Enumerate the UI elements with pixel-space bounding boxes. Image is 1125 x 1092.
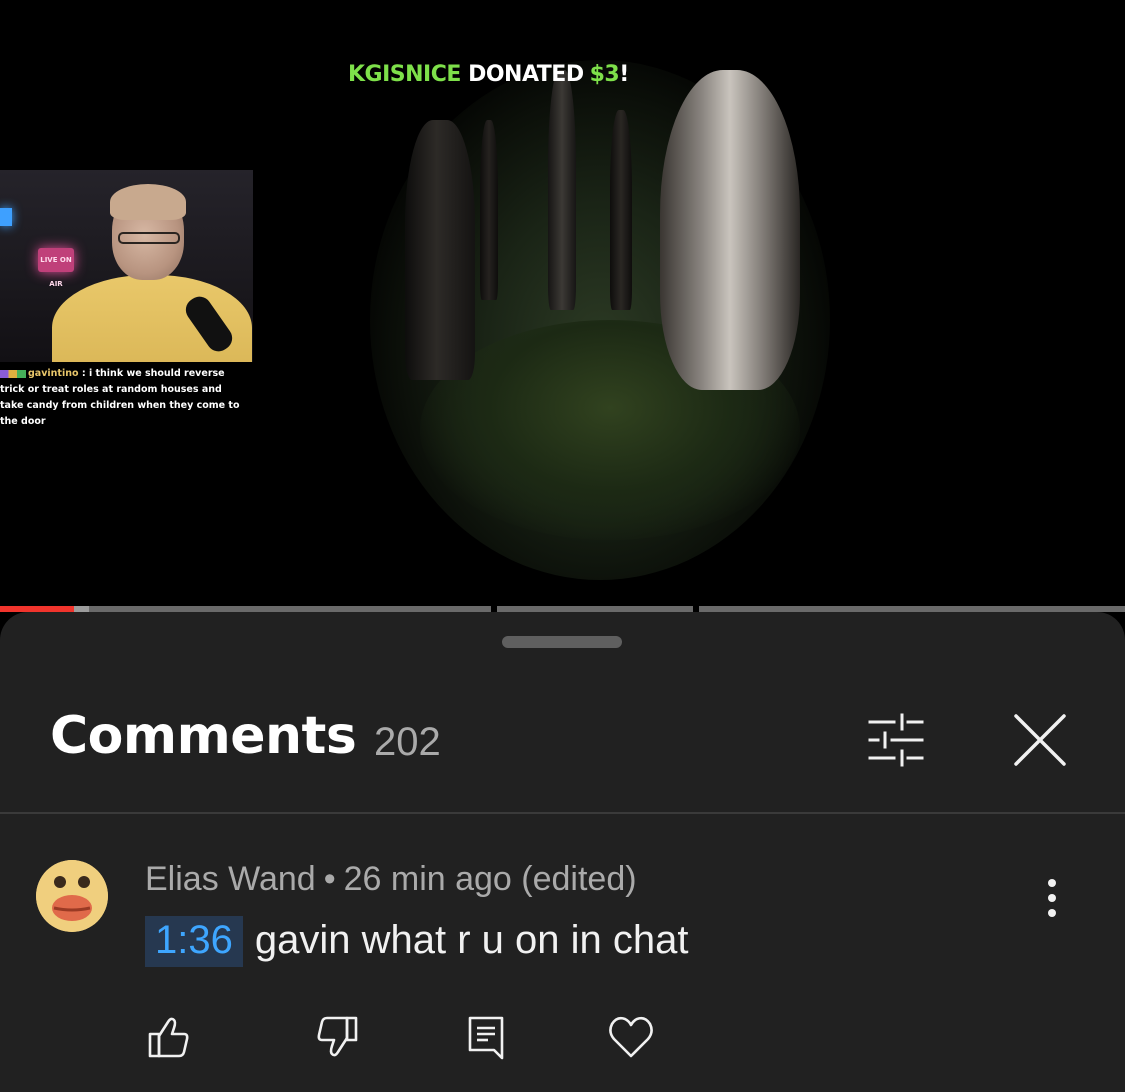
donation-amount: $3 <box>589 62 620 87</box>
avatar[interactable] <box>36 860 108 932</box>
chat-message-line2: trick or treat roles at random houses an… <box>0 384 222 395</box>
comments-title: Comments <box>50 706 357 766</box>
thumbs-up-icon[interactable] <box>144 1012 194 1062</box>
comment-item: Elias Wand • 26 min ago (edited) 1:36 gavin… <box>0 814 1125 1092</box>
neon-sign: LIVE ON AIR <box>38 248 74 288</box>
tree-trunk <box>405 120 475 380</box>
donation-donor: KGISNICE <box>348 62 461 87</box>
tree-trunk-lit <box>660 70 800 390</box>
stream-chat-overlay: gavintino : i think we should reverse tr… <box>0 366 240 430</box>
chat-message-line4: the door <box>0 416 46 427</box>
comment-time: 26 min ago (edited) <box>343 860 637 898</box>
comments-count: 202 <box>374 720 441 764</box>
chat-badges-icon <box>0 369 26 378</box>
donation-verb: DONATED <box>468 62 584 87</box>
chat-separator: : <box>78 368 89 379</box>
tree-trunk <box>480 120 498 300</box>
more-vertical-icon[interactable] <box>1032 878 1072 918</box>
comments-sheet: Comments 202 Elias Wand • 26 min ago (ed… <box>0 612 1125 1092</box>
chat-message-line3: take candy from children when they come … <box>0 400 240 411</box>
chat-message-line1: i think we should reverse <box>88 368 225 379</box>
comments-header: Comments 202 <box>0 694 1125 794</box>
comment-body: 1:36 gavin what r u on in chat <box>145 916 688 967</box>
streamer-webcam: LIVE ON AIR <box>0 170 253 362</box>
comment-author[interactable]: Elias Wand <box>145 860 316 898</box>
heart-icon[interactable] <box>606 1012 656 1062</box>
comment-text: gavin what r u on in chat <box>254 918 689 962</box>
webcam-blue-light <box>0 208 12 226</box>
tree-trunk <box>548 70 576 310</box>
tree-trunk <box>610 110 632 310</box>
donation-alert: KGISNICE DONATED $3! <box>348 62 629 87</box>
comment-actions <box>0 1012 1125 1072</box>
reply-icon[interactable] <box>462 1012 512 1062</box>
donation-bang: ! <box>619 62 629 87</box>
streamer-glasses <box>118 232 180 244</box>
close-icon[interactable] <box>1010 710 1070 770</box>
timestamp-link[interactable]: 1:36 <box>145 916 243 967</box>
sort-filter-icon[interactable] <box>866 712 926 768</box>
video-player[interactable]: KGISNICE DONATED $3! LIVE ON AIR gavintin… <box>0 0 1125 606</box>
drag-handle[interactable] <box>502 636 622 648</box>
comment-meta: Elias Wand • 26 min ago (edited) <box>145 860 637 899</box>
streamer-hair <box>110 184 186 220</box>
meta-separator: • <box>323 860 336 898</box>
thumbs-down-icon[interactable] <box>312 1012 362 1062</box>
chat-username: gavintino <box>28 368 79 379</box>
